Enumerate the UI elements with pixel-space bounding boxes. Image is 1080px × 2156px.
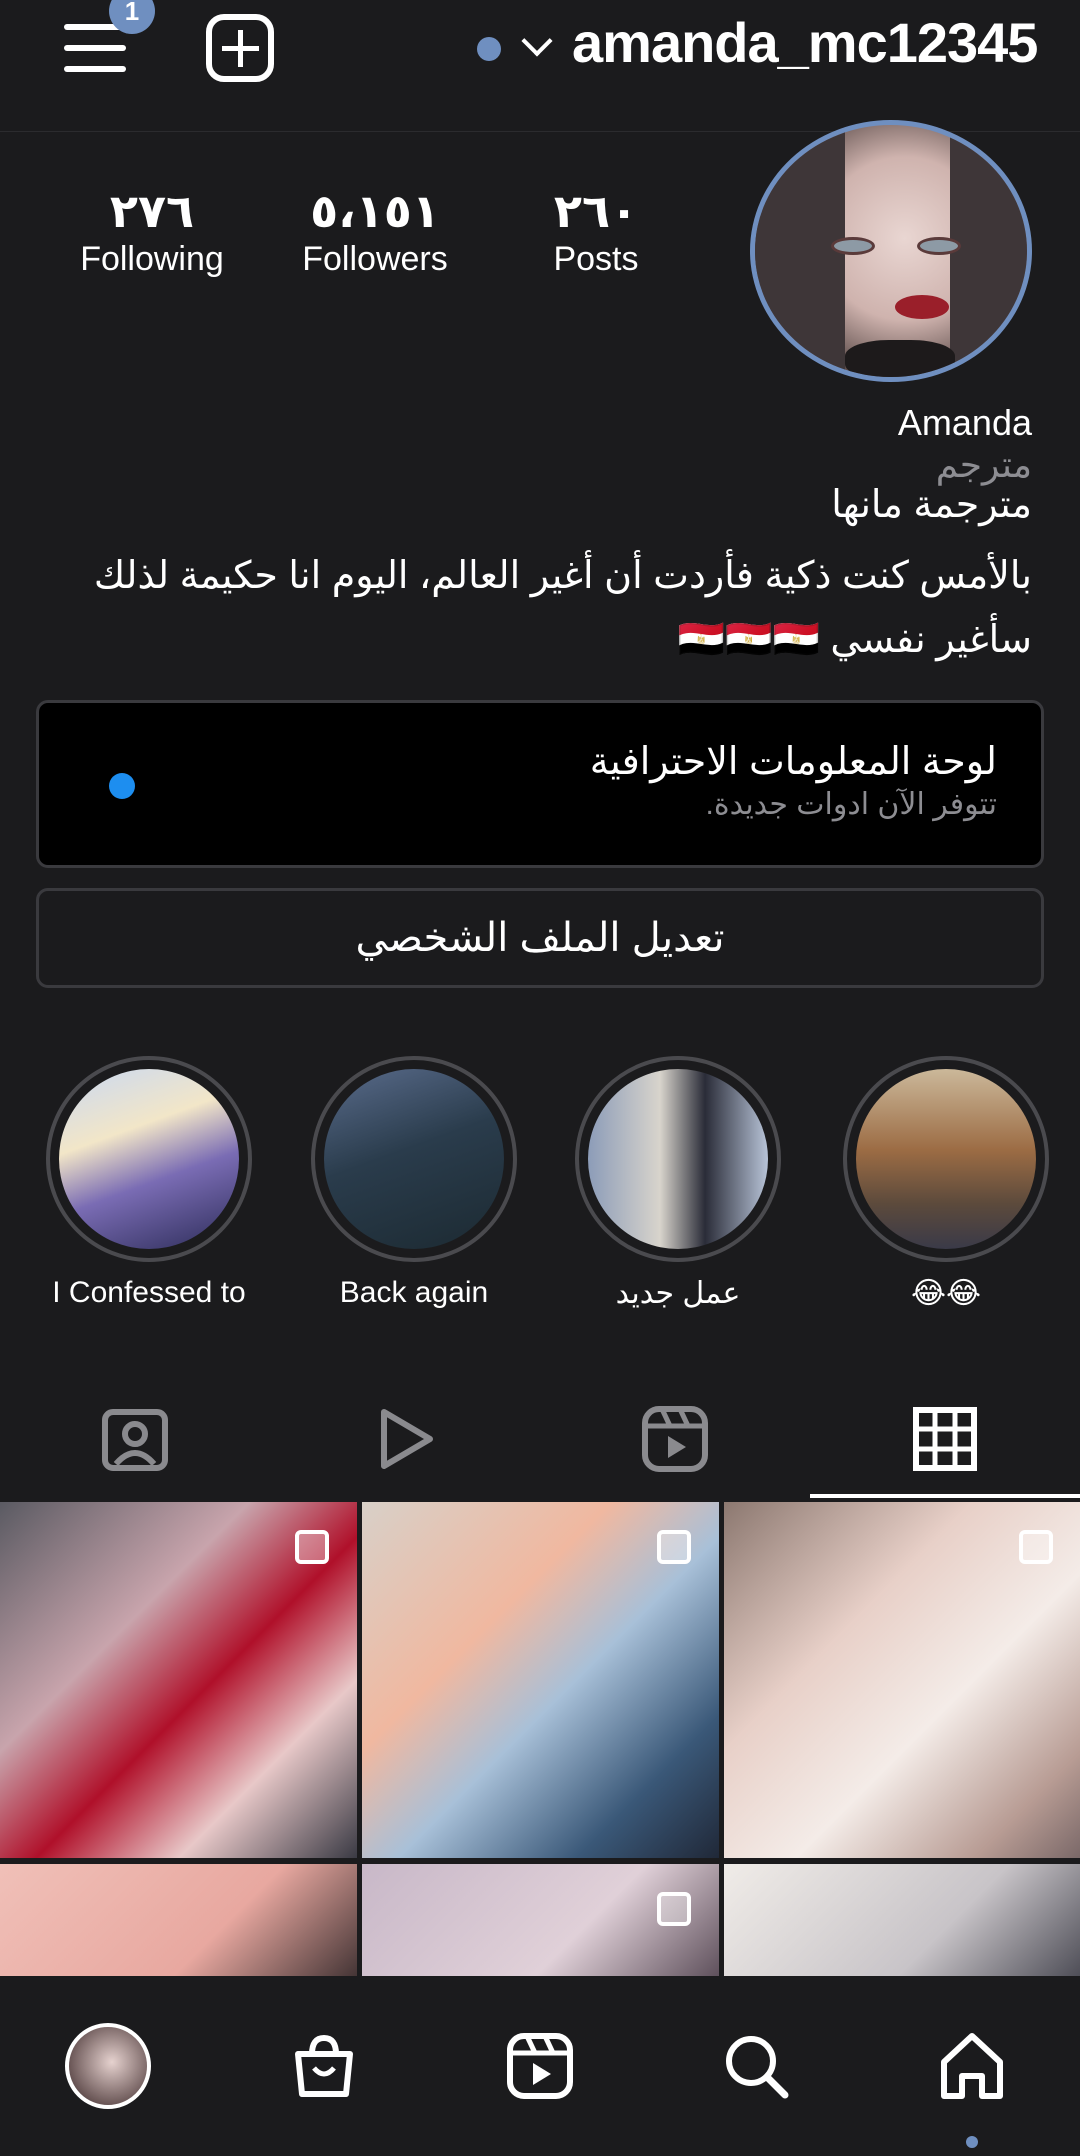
highlight-cover — [856, 1069, 1036, 1249]
post-thumbnail[interactable] — [362, 1864, 719, 1976]
highlight-label: I Confessed to — [52, 1276, 246, 1309]
profile-name: Amanda — [897, 402, 1032, 443]
followers-stat[interactable]: ٥،١٥١ Followers — [290, 185, 460, 281]
bio-line: مترجمة مانها — [831, 484, 1032, 526]
tab-reels[interactable] — [540, 1380, 810, 1498]
posts-label: Posts — [553, 240, 639, 278]
followers-count: ٥،١٥١ — [310, 185, 440, 237]
multi-post-icon — [295, 1530, 329, 1564]
shop-icon — [295, 2034, 353, 2097]
search-icon — [726, 2036, 789, 2099]
profile-avatar-icon — [65, 2023, 151, 2109]
reels-icon — [642, 1406, 708, 1472]
highlight-cover — [59, 1069, 239, 1249]
post-thumbnail[interactable] — [724, 1502, 1080, 1858]
grid-icon — [913, 1407, 977, 1471]
post-thumbnail[interactable] — [362, 1502, 719, 1858]
highlight-item[interactable]: عمل جديد — [575, 1056, 781, 1311]
highlight-label: 😂😂 — [910, 1277, 982, 1310]
following-label: Following — [80, 240, 224, 278]
highlight-label: عمل جديد — [615, 1277, 741, 1310]
account-username[interactable]: amanda_mc12345 — [572, 10, 1038, 75]
profile-category: مترجم — [935, 444, 1032, 485]
home-icon — [941, 2033, 1003, 2099]
tab-grid[interactable] — [810, 1380, 1080, 1498]
highlight-cover — [324, 1069, 504, 1249]
professional-dashboard-card[interactable]: لوحة المعلومات الاحترافية تتوفر الآن ادو… — [36, 700, 1044, 868]
reels-icon — [507, 2033, 573, 2099]
account-status-dot — [477, 37, 501, 61]
multi-post-icon — [657, 1892, 691, 1926]
new-indicator-dot — [109, 773, 135, 799]
tab-tagged[interactable] — [0, 1380, 270, 1498]
chevron-down-icon[interactable] — [521, 25, 553, 57]
profile-tabs — [0, 1380, 1080, 1498]
home-notification-dot — [966, 2136, 978, 2148]
highlight-item[interactable]: Back again — [311, 1056, 517, 1310]
nav-profile[interactable] — [58, 2016, 158, 2116]
following-stat[interactable]: ٢٧٦ Following — [72, 185, 232, 281]
multi-post-icon — [657, 1530, 691, 1564]
highlight-item[interactable]: I Confessed to — [46, 1056, 252, 1310]
posts-stat[interactable]: ٢٦٠ Posts — [526, 185, 666, 281]
multi-post-icon — [1019, 1530, 1053, 1564]
new-post-icon[interactable] — [206, 14, 274, 82]
nav-shop[interactable] — [274, 2016, 374, 2116]
top-bar: 1 amanda_mc12345 — [0, 0, 1080, 132]
profile-avatar[interactable] — [750, 120, 1032, 382]
bottom-navigation — [0, 1976, 1080, 2156]
play-icon — [381, 1409, 433, 1469]
following-count: ٢٧٦ — [109, 185, 195, 237]
dashboard-title: لوحة المعلومات الاحترافية — [589, 741, 997, 783]
dashboard-subtitle: تتوفر الآن ادوات جديدة. — [705, 788, 997, 821]
post-thumbnail[interactable] — [0, 1502, 357, 1858]
post-thumbnail[interactable] — [724, 1864, 1080, 1976]
highlight-item[interactable]: 😂😂 — [843, 1056, 1049, 1311]
highlight-label: Back again — [339, 1276, 489, 1309]
active-tab-indicator — [810, 1494, 1080, 1498]
bio-text: بالأمس كنت ذكية فأردت أن أغير العالم، ال… — [93, 555, 1032, 661]
nav-reels[interactable] — [490, 2016, 590, 2116]
posts-grid — [0, 1502, 1080, 1976]
post-thumbnail[interactable] — [0, 1864, 357, 1976]
edit-profile-button[interactable]: تعديل الملف الشخصي — [36, 888, 1044, 988]
tab-videos[interactable] — [270, 1380, 540, 1498]
followers-label: Followers — [302, 240, 448, 278]
highlight-cover — [588, 1069, 768, 1249]
tagged-icon — [102, 1409, 168, 1471]
nav-home[interactable] — [922, 2016, 1022, 2116]
posts-count: ٢٦٠ — [553, 185, 639, 237]
nav-search[interactable] — [706, 2016, 806, 2116]
